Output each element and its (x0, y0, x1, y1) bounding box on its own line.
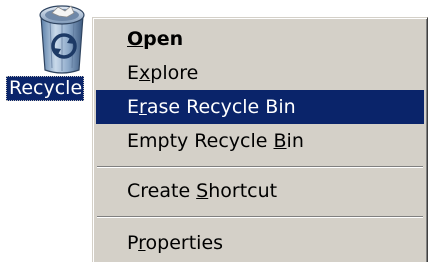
menu-item-empty-recycle-bin[interactable]: Empty Recycle Bin (96, 124, 424, 158)
context-menu: Open Explore Erase Recycle Bin Empty Rec… (92, 17, 428, 262)
menu-item-text-pre: Empty Recycle (127, 130, 274, 152)
menu-item-text-post: hortcut (208, 180, 278, 202)
menu-item-text-pre: E (127, 96, 140, 118)
menu-item-create-shortcut[interactable]: Create Shortcut (96, 174, 424, 208)
menu-item-text-pre: P (127, 232, 139, 254)
menu-separator (97, 216, 423, 218)
menu-item-text-post: operties (145, 232, 224, 254)
menu-item-mnemonic: B (273, 130, 287, 152)
recycle-bin-label: Recycle (6, 76, 85, 101)
menu-separator (97, 166, 423, 168)
menu-item-text-post: pen (143, 28, 184, 50)
menu-item-text-post: in (286, 130, 304, 152)
menu-item-open[interactable]: Open (96, 22, 424, 56)
menu-item-text-post: ase Recycle Bin (146, 96, 296, 118)
menu-item-text-pre: E (127, 62, 140, 84)
recycle-bin-icon (39, 5, 85, 74)
recycle-bin-desktop-icon[interactable]: Recycle (0, 0, 96, 110)
menu-item-erase-recycle-bin[interactable]: Erase Recycle Bin (96, 90, 424, 124)
menu-item-properties[interactable]: Properties (96, 226, 424, 260)
menu-item-mnemonic: r (139, 96, 147, 118)
menu-item-explore[interactable]: Explore (96, 56, 424, 90)
menu-item-mnemonic: O (127, 28, 144, 50)
menu-item-text-post: plore (150, 62, 199, 84)
menu-item-mnemonic: r (138, 232, 146, 254)
menu-item-mnemonic: S (196, 180, 209, 202)
menu-item-text-pre: Create (127, 180, 197, 202)
menu-item-mnemonic: x (139, 62, 151, 84)
